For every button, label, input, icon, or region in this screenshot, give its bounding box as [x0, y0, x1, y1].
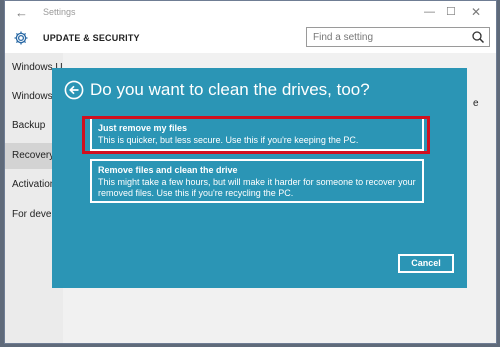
option-title: Remove files and clean the drive [98, 165, 238, 175]
title-bar: ← Settings — ☐ ✕ [5, 1, 496, 26]
cancel-button[interactable]: Cancel [398, 254, 454, 273]
search-input[interactable]: Find a setting [306, 27, 490, 47]
gear-icon [14, 31, 28, 45]
minimize-button[interactable]: — [424, 5, 435, 19]
clean-drives-dialog: Do you want to clean the drives, too? Ju… [52, 68, 467, 288]
search-placeholder: Find a setting [313, 32, 374, 43]
option-description: This might take a few hours, but will ma… [98, 177, 416, 198]
option-just-remove-files[interactable]: Just remove my files This is quicker, bu… [90, 117, 424, 151]
option-title: Just remove my files [98, 123, 188, 133]
page-header: UPDATE & SECURITY Find a setting [5, 25, 496, 53]
close-button[interactable]: ✕ [471, 5, 481, 19]
search-icon[interactable] [471, 30, 485, 44]
window-title: Settings [43, 7, 76, 17]
content-text-fragment: e [473, 98, 479, 109]
maximize-button[interactable]: ☐ [446, 5, 456, 19]
option-remove-and-clean[interactable]: Remove files and clean the drive This mi… [90, 159, 424, 203]
dialog-title: Do you want to clean the drives, too? [90, 80, 370, 99]
page-title: UPDATE & SECURITY [43, 33, 140, 43]
back-arrow-icon[interactable]: ← [15, 6, 28, 20]
circle-back-arrow-icon[interactable] [64, 80, 84, 100]
option-description: This is quicker, but less secure. Use th… [98, 135, 359, 145]
